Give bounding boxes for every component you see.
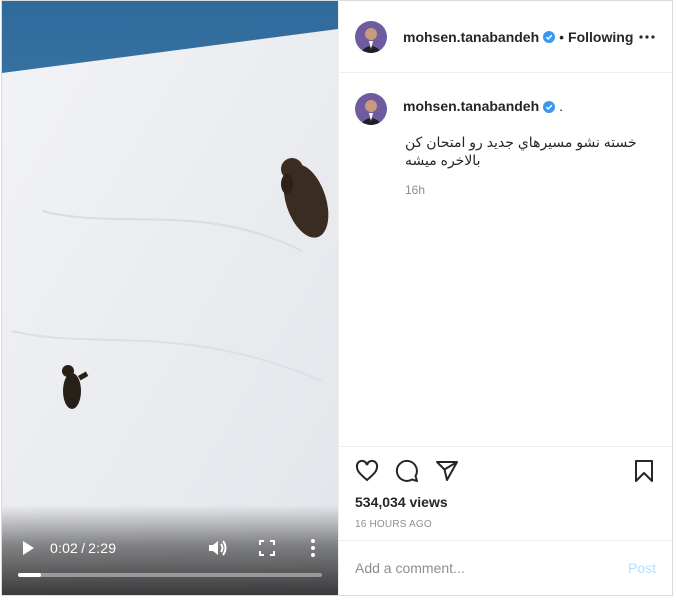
more-vertical-icon[interactable] <box>306 537 320 559</box>
post-comment-button[interactable]: Post <box>628 560 656 576</box>
caption: mohsen.tanabandeh . خسته نشو مسیرهاي جدي… <box>355 93 656 197</box>
current-time: 0:02 <box>50 540 79 556</box>
comment-input[interactable] <box>355 560 628 576</box>
bookmark-icon[interactable] <box>632 459 656 483</box>
verified-badge-icon <box>543 101 556 113</box>
duration: 2:29 <box>88 540 117 556</box>
comment-form: Post <box>339 540 672 595</box>
share-icon[interactable] <box>435 459 459 483</box>
fullscreen-icon[interactable] <box>258 539 276 557</box>
view-count[interactable]: 534,034 views <box>355 494 448 510</box>
video-player[interactable]: 0:02/2:29 <box>2 1 338 595</box>
post-actions-section: 534,034 views 16 HOURS AGO <box>339 446 672 530</box>
avatar-image <box>355 20 387 53</box>
caption-avatar[interactable] <box>355 93 387 125</box>
following-button[interactable]: Following <box>568 29 633 45</box>
video-progress-bar[interactable] <box>18 573 322 577</box>
heart-icon[interactable] <box>355 459 379 483</box>
verified-badge-icon <box>543 30 556 43</box>
caption-dot: . <box>559 98 564 114</box>
caption-timestamp: 16h <box>405 183 426 197</box>
avatar[interactable] <box>355 20 387 53</box>
more-options-icon[interactable] <box>638 28 656 46</box>
post-details-panel: mohsen.tanabandeh • Following mohsen.tan… <box>338 1 672 595</box>
post-time-ago: 16 HOURS AGO <box>355 519 432 530</box>
post-header: mohsen.tanabandeh • Following <box>339 1 672 73</box>
comment-icon[interactable] <box>395 459 419 483</box>
progress-played <box>18 573 41 577</box>
caption-username[interactable]: mohsen.tanabandeh <box>403 98 539 114</box>
avatar-image <box>355 93 387 125</box>
caption-header: mohsen.tanabandeh . <box>355 93 656 125</box>
video-controls: 0:02/2:29 <box>2 505 338 595</box>
header-username[interactable]: mohsen.tanabandeh <box>403 29 539 45</box>
play-icon[interactable] <box>20 538 36 558</box>
caption-line: خسته نشو مسیرهاي جديد رو امتحان كن <box>405 134 637 150</box>
header-separator: • <box>559 28 565 45</box>
video-time: 0:02/2:29 <box>50 540 116 556</box>
volume-icon[interactable] <box>207 538 229 558</box>
instagram-post: 0:02/2:29 mohsen.tanabandeh • Following … <box>1 0 673 596</box>
action-bar <box>339 447 672 495</box>
caption-text: خسته نشو مسیرهاي جديد رو امتحان كن بالاخ… <box>405 133 656 169</box>
time-separator: / <box>81 540 86 556</box>
caption-line: بالاخره ميشه <box>405 152 481 168</box>
